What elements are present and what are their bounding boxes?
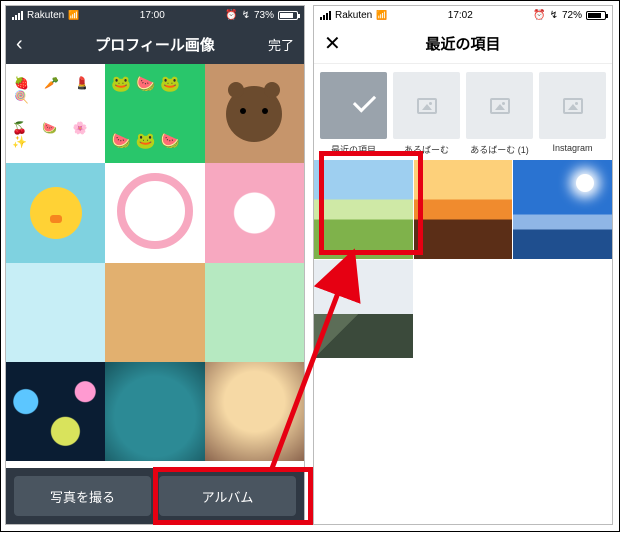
image-placeholder-icon — [490, 98, 510, 114]
status-bar: Rakuten 17:00 ⏰ ↯ 73% — [6, 6, 304, 24]
wifi-icon — [376, 10, 387, 21]
close-button[interactable]: ✕ — [324, 34, 360, 54]
preset-thumb[interactable] — [205, 362, 304, 461]
preset-thumb[interactable] — [105, 64, 204, 163]
image-placeholder-icon — [563, 98, 583, 114]
preset-image-grid — [6, 64, 304, 461]
album-button[interactable]: アルバム — [159, 476, 296, 516]
photo-thumb[interactable] — [314, 160, 413, 259]
album-label: Instagram — [539, 143, 606, 153]
signal-icon — [320, 11, 331, 20]
preset-thumb[interactable] — [6, 263, 105, 362]
bottom-action-bar: 写真を撮る アルバム — [6, 468, 304, 524]
clock: 17:02 — [448, 10, 473, 21]
preset-thumb[interactable] — [105, 362, 204, 461]
preset-thumb[interactable] — [6, 163, 105, 262]
album-tab[interactable]: あるばーむ (1) — [466, 72, 533, 156]
album-tab[interactable]: あるばーむ — [393, 72, 460, 156]
carrier-label: Rakuten — [335, 10, 372, 21]
preset-thumb[interactable] — [6, 64, 105, 163]
done-button[interactable]: 完了 — [258, 35, 294, 54]
photo-grid — [314, 160, 612, 358]
album-picker[interactable]: 最近の項目 あるばーむ あるばーむ (1) Instagram — [314, 64, 612, 160]
page-title: 最近の項目 — [360, 33, 566, 54]
album-label: あるばーむ — [393, 143, 460, 156]
charging-icon: ↯ — [550, 10, 558, 21]
status-bar: Rakuten 17:02 ⏰ ↯ 72% — [314, 6, 612, 24]
alarm-icon: ⏰ — [225, 10, 237, 21]
preset-thumb[interactable] — [205, 263, 304, 362]
battery-percent: 72% — [562, 10, 582, 21]
close-icon: ✕ — [324, 33, 341, 55]
carrier-label: Rakuten — [27, 10, 64, 21]
preset-thumb[interactable] — [205, 163, 304, 262]
preset-thumb[interactable] — [105, 163, 204, 262]
signal-icon — [12, 11, 23, 20]
album-label: 最近の項目 — [320, 143, 387, 156]
phone-left-profile-image: Rakuten 17:00 ⏰ ↯ 73% ‹ プロフィール画像 完了 — [5, 5, 305, 525]
album-tab[interactable]: Instagram — [539, 72, 606, 156]
battery-icon — [278, 11, 298, 20]
album-tab-recent[interactable]: 最近の項目 — [320, 72, 387, 156]
phone-right-recent-items: Rakuten 17:02 ⏰ ↯ 72% ✕ 最近の項目 最近の項目 — [313, 5, 613, 525]
page-title: プロフィール画像 — [52, 34, 258, 55]
chevron-left-icon: ‹ — [16, 33, 23, 55]
preset-thumb[interactable] — [105, 263, 204, 362]
battery-icon — [586, 11, 606, 20]
photo-thumb[interactable] — [314, 260, 413, 359]
charging-icon: ↯ — [242, 10, 250, 21]
photo-thumb[interactable] — [414, 160, 513, 259]
image-placeholder-icon — [417, 98, 437, 114]
photo-thumb[interactable] — [513, 160, 612, 259]
clock: 17:00 — [140, 10, 165, 21]
wifi-icon — [68, 10, 79, 21]
preset-thumb[interactable] — [6, 362, 105, 461]
take-photo-button[interactable]: 写真を撮る — [14, 476, 151, 516]
battery-percent: 73% — [254, 10, 274, 21]
album-label: あるばーむ (1) — [466, 143, 533, 156]
nav-bar: ‹ プロフィール画像 完了 — [6, 24, 304, 64]
nav-bar: ✕ 最近の項目 — [314, 24, 612, 64]
alarm-icon: ⏰ — [533, 10, 545, 21]
preset-thumb[interactable] — [205, 64, 304, 163]
back-button[interactable]: ‹ — [16, 34, 52, 54]
